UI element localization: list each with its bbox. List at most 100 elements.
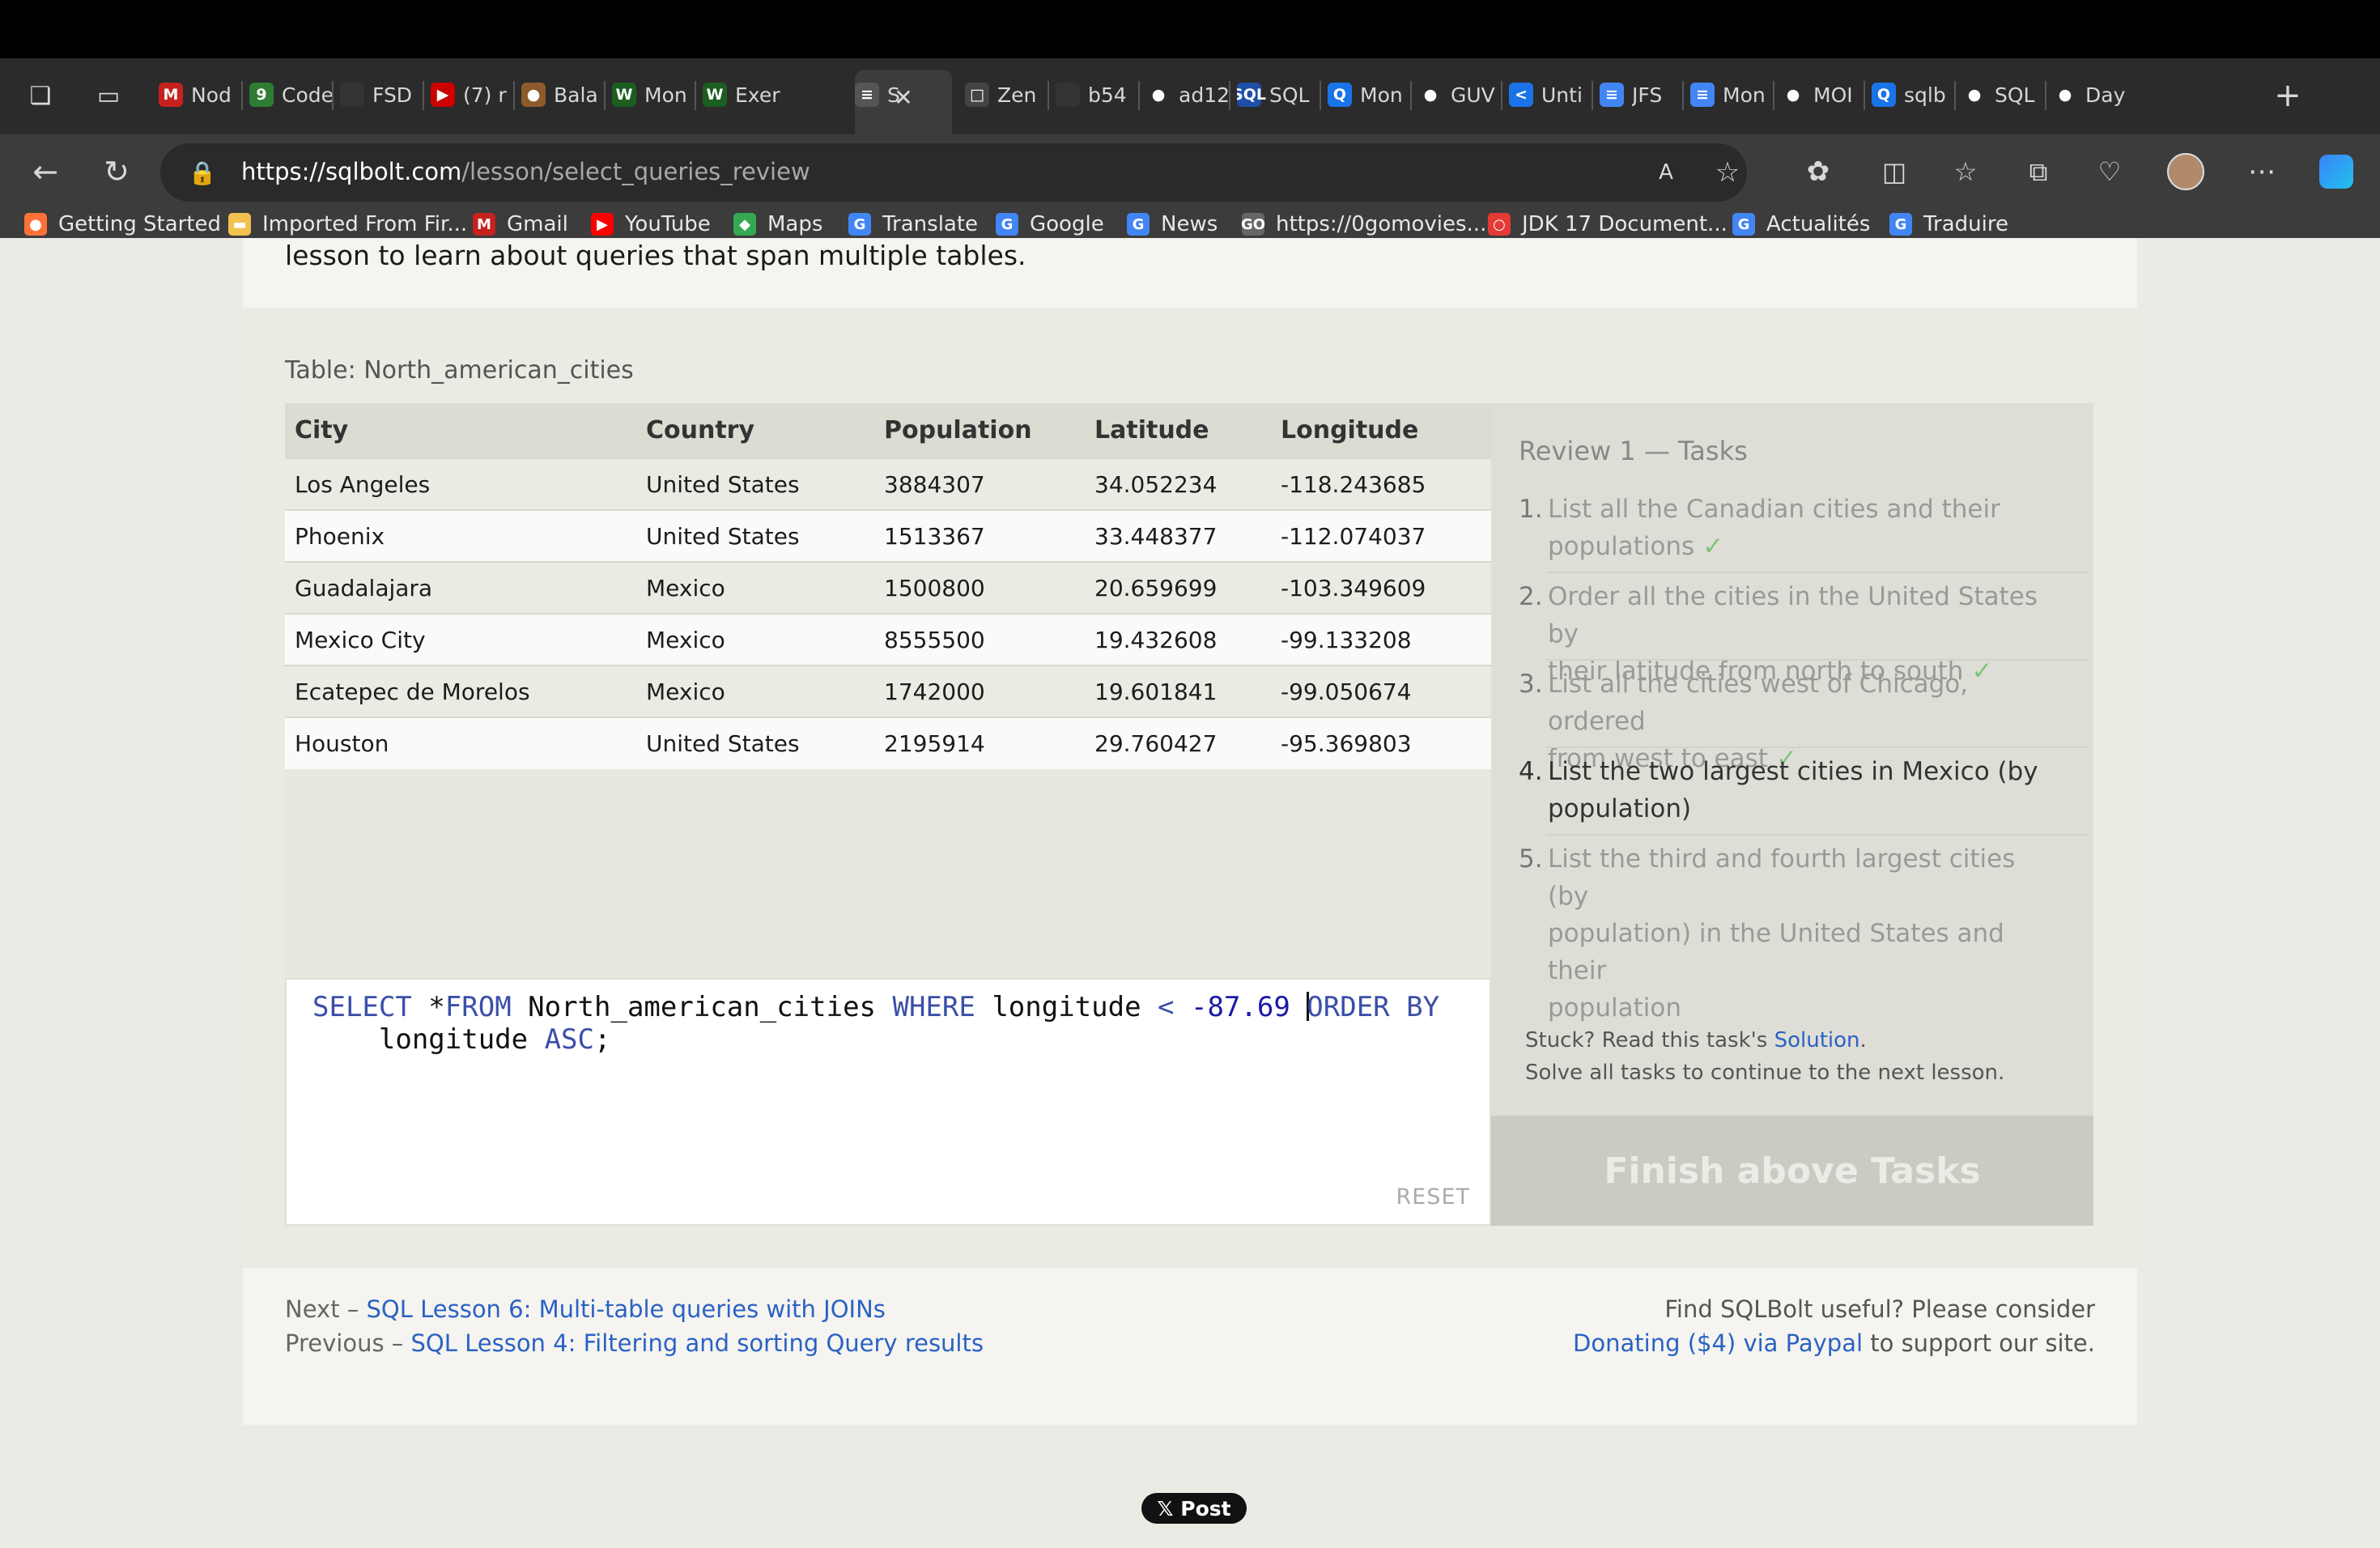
bookmark-icon: G <box>996 213 1018 236</box>
code-keyword-select: SELECT <box>312 991 412 1023</box>
bookmark-label: https://0gomovies... <box>1276 212 1487 236</box>
bookmark-icon: G <box>1732 213 1755 236</box>
column-header: Country <box>636 403 874 458</box>
bookmark-item[interactable]: ◆ Maps <box>733 211 822 238</box>
task-text-line: List all the cities west of Chicago, ord… <box>1548 666 2061 740</box>
extensions-icon[interactable]: ✿ <box>1796 149 1841 194</box>
column-header: City <box>285 403 636 458</box>
sql-code[interactable]: SELECT *FROM North_american_cities WHERE… <box>312 991 1439 1056</box>
tab-separator <box>1320 81 1321 110</box>
tab-label: Exer <box>735 83 780 107</box>
tab-favicon-icon: 9 <box>249 83 274 107</box>
profile-avatar[interactable] <box>2163 149 2208 194</box>
table-header-row: City Country Population Latitude Longitude <box>285 403 1491 458</box>
lesson-intro-text: lesson to learn about queries that span … <box>285 240 1026 271</box>
code-operator: < <box>1158 991 1175 1023</box>
collections-icon[interactable]: ⧉ <box>2016 149 2061 194</box>
tab-separator <box>1864 81 1865 110</box>
task-item: 5. List the third and fourth largest citi… <box>1519 840 2061 1027</box>
next-lesson-prefix: Next – <box>285 1295 367 1323</box>
tab-strip: ❏ ▭ ✕ + M Nod 9 Code FSD ▶ (7) r ● Bala W Mon W Exer… <box>0 58 2380 134</box>
task-text-span: List all the Canadian cities and their <box>1548 495 2000 524</box>
address-bar[interactable]: 🔒 https://sqlbolt.com/lesson/select_quer… <box>160 143 1747 202</box>
tab-label: S <box>887 83 900 107</box>
table-cell: 8555500 <box>874 613 1085 666</box>
bookmark-icon: G <box>1889 213 1912 236</box>
task-text-span: populations <box>1548 532 1695 561</box>
bookmark-item[interactable]: ● Getting Started <box>24 211 221 238</box>
tab-favicon-icon: < <box>1509 83 1533 107</box>
bookmark-label: Maps <box>767 212 823 236</box>
donate-link[interactable]: Donating ($4) via Paypal <box>1573 1329 1863 1357</box>
tab-favicon-icon: ● <box>1146 83 1171 107</box>
bookmark-item[interactable]: G News <box>1127 211 1218 238</box>
tab-separator <box>1954 81 1956 110</box>
stuck-hint-text: Stuck? Read this task's <box>1525 1028 1774 1053</box>
column-header: Population <box>874 403 1085 458</box>
tab-favicon-icon: M <box>159 83 183 107</box>
task-text-line: List the third and fourth largest cities… <box>1548 840 2061 915</box>
more-options-icon[interactable]: ⋯ <box>2239 149 2284 194</box>
tab-favicon-icon <box>1056 83 1080 107</box>
x-post-button[interactable]: 𝕏 Post <box>1141 1493 1247 1524</box>
task-text-line: population) in the United States and the… <box>1548 915 2061 989</box>
table-row: Mexico City Mexico 8555500 19.432608 -99.133… <box>285 613 1491 666</box>
split-screen-icon[interactable]: ◫ <box>1872 149 1917 194</box>
table-row: Los Angeles United States 3884307 34.052234… <box>285 457 1491 510</box>
table-cell: United States <box>636 509 874 562</box>
new-tab-icon[interactable]: + <box>2265 73 2310 118</box>
bookmark-item[interactable]: ○ JDK 17 Document... <box>1488 211 1728 238</box>
table-cell: Ecatepec de Morelos <box>285 665 636 717</box>
task-text: List the third and fourth largest cities… <box>1548 840 2061 1027</box>
read-aloud-icon[interactable]: A <box>1643 150 1689 195</box>
task-text-span: List all the cities west of Chicago, ord… <box>1548 670 1969 736</box>
task-text-line: List the two largest cities in Mexico (b… <box>1548 753 2038 790</box>
vertical-tabs-icon[interactable]: ▭ <box>86 73 131 118</box>
lock-icon[interactable]: 🔒 <box>180 150 225 195</box>
bookmark-item[interactable]: G Traduire <box>1889 211 2008 238</box>
next-lesson-link[interactable]: SQL Lesson 6: Multi-table queries with J… <box>367 1295 886 1323</box>
bookmark-item[interactable]: G Actualités <box>1732 211 1870 238</box>
back-icon[interactable]: ← <box>23 149 68 194</box>
stuck-hint-period: . <box>1859 1028 1867 1053</box>
bookmark-label: JDK 17 Document... <box>1522 212 1728 236</box>
favorite-star-icon[interactable]: ☆ <box>1705 150 1750 195</box>
task-number: 1. <box>1519 495 1543 524</box>
bookmark-icon: G <box>1127 213 1150 236</box>
tab-favicon-icon: Q <box>1328 83 1352 107</box>
favorites-icon[interactable]: ☆ <box>1943 149 1988 194</box>
table-cell: 19.432608 <box>1085 613 1271 666</box>
copilot-icon[interactable] <box>2314 149 2359 194</box>
previous-lesson-link[interactable]: SQL Lesson 4: Filtering and sorting Quer… <box>411 1329 984 1357</box>
browser-essentials-icon[interactable]: ♡ <box>2087 149 2132 194</box>
next-lesson: Next – SQL Lesson 6: Multi-table queries… <box>285 1295 886 1323</box>
bookmark-item[interactable]: ▬ Imported From Fir... <box>228 211 467 238</box>
tab[interactable]: W Exer <box>703 66 816 123</box>
reload-icon[interactable]: ↻ <box>94 149 139 194</box>
bookmark-item[interactable]: M Gmail <box>473 211 568 238</box>
bookmark-icon: ▶ <box>591 213 614 236</box>
bookmark-item[interactable]: G Translate <box>848 211 978 238</box>
workspaces-icon[interactable]: ❏ <box>18 73 63 118</box>
task-text-line: populations ✓ <box>1548 528 2000 565</box>
tab[interactable]: ≡ S <box>855 66 920 123</box>
table-cell: -118.243685 <box>1271 457 1491 510</box>
tab-label: Day <box>2085 83 2126 107</box>
bookmark-label: Gmail <box>507 212 568 236</box>
tasks-title: Review 1 — Tasks <box>1519 436 1748 466</box>
code-table-name: North_american_cities <box>511 991 893 1023</box>
bookmark-item[interactable]: GO https://0gomovies... <box>1241 211 1487 238</box>
tab[interactable]: ● Day <box>2053 66 2166 123</box>
table-cell: 19.601841 <box>1085 665 1271 717</box>
bookmark-item[interactable]: ▶ YouTube <box>591 211 711 238</box>
previous-lesson: Previous – SQL Lesson 4: Filtering and s… <box>285 1329 984 1357</box>
url-text[interactable]: https://sqlbolt.com/lesson/select_querie… <box>241 158 810 185</box>
table-cell: Mexico City <box>285 613 636 666</box>
table-cell: -99.133208 <box>1271 613 1491 666</box>
sql-editor[interactable]: SELECT *FROM North_american_cities WHERE… <box>285 978 1491 1226</box>
reset-button[interactable]: RESET <box>1396 1184 1470 1210</box>
table-cell: 1500800 <box>874 561 1085 614</box>
finish-tasks-button[interactable]: Finish above Tasks <box>1491 1116 2093 1226</box>
solution-link[interactable]: Solution <box>1774 1028 1860 1053</box>
bookmark-item[interactable]: G Google <box>996 211 1104 238</box>
